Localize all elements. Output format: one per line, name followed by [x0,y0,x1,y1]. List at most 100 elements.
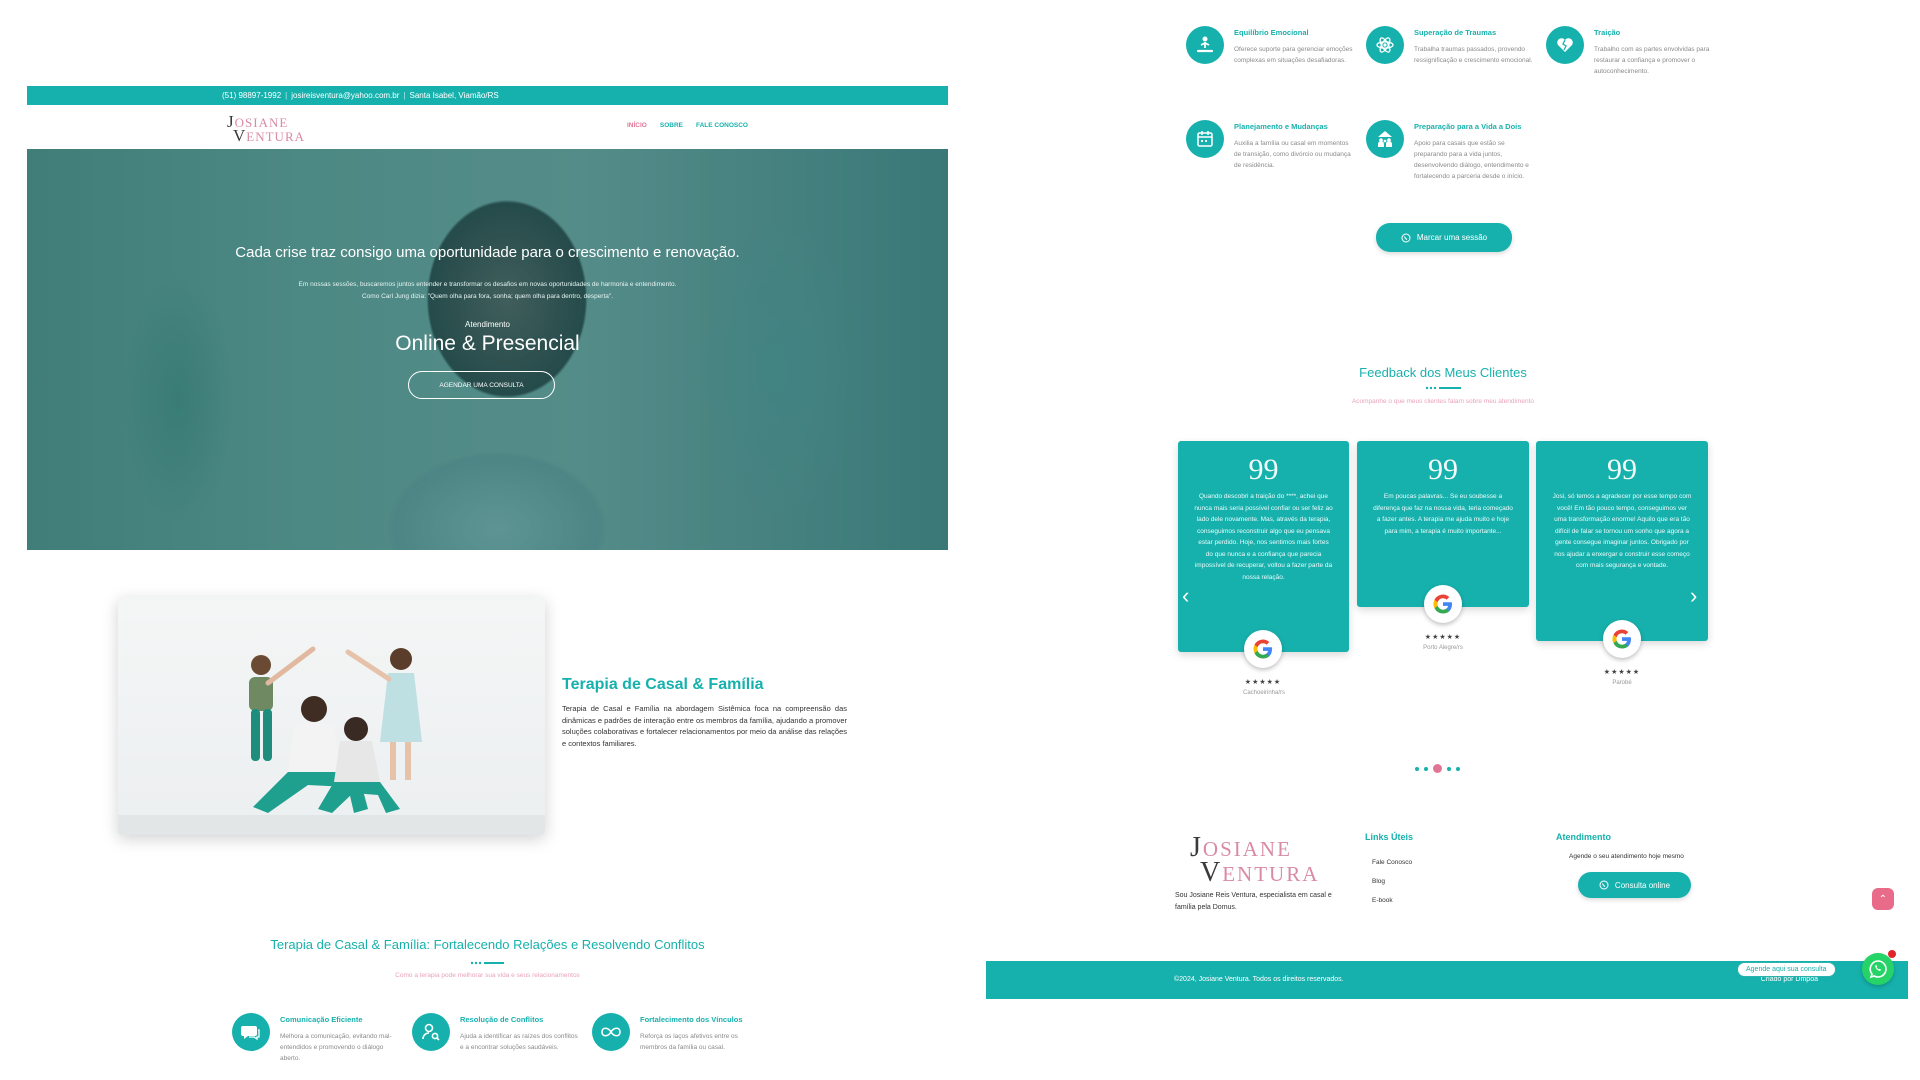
topbar-location: Santa Isabel, Viamão/RS [409,91,499,100]
benefits-section-title: Terapia de Casal & Família: Fortalecendo… [270,937,705,952]
topbar-separator: | [403,91,406,100]
feature-bonds: Fortalecimento dos Vínculos Reforça os l… [592,1013,762,1053]
feature-title: Resolução de Conflitos [460,1015,544,1024]
family-photo [118,597,545,835]
topbar-email[interactable]: josireisventura@yahoo.com.br [291,91,399,100]
nav-inicio[interactable]: INÍCIO [627,122,647,129]
client-location: Parobé [1612,680,1632,686]
feature-betrayal: Traição Trabalho com as partes envolvida… [1546,26,1716,77]
google-icon [1603,620,1641,658]
feature-trauma: Superação de Traumas Trabalha traumas pa… [1366,26,1536,66]
feature-title: Equilíbrio Emocional [1234,28,1309,37]
footer-link-blog[interactable]: Blog [1372,878,1385,885]
header-nav: JOSIANE VENTURA INÍCIO SOBRE FALE CONOSC… [27,105,948,149]
couple-therapy-text: Terapia de Casal e Família na abordagem … [562,704,847,748]
feature-conflict-resolution: Resolução de Conflitos Ajuda a identific… [412,1013,582,1053]
quote-icon: 99 [1607,453,1637,486]
testimonial-text: Quando descobri a traição do ****, achei… [1194,493,1333,581]
benefits-section-subtitle: Como a terapia pode melhorar sua vida e … [395,972,580,979]
feedback-divider [1425,386,1461,390]
carousel-dot-active[interactable] [1433,764,1442,773]
logo-initial-v: V [233,126,247,145]
footer-logo[interactable]: JOSIANE VENTURA [1190,834,1320,888]
broken-heart-icon [1546,26,1584,64]
whatsapp-floating-button[interactable] [1862,953,1894,985]
footer-link-ebook[interactable]: E-book [1372,897,1393,904]
carousel-dot[interactable] [1447,766,1451,771]
couple-therapy-title: Terapia de Casal & Família [562,676,764,693]
hero-banner: Cada crise traz consigo uma oportunidade… [27,149,948,550]
feature-desc: Apoio para casais que estão se preparand… [1414,140,1529,180]
chat-icon [232,1013,270,1051]
google-icon [1424,585,1462,623]
testimonial-card: 99 Josi, só temos a agradecer por esse t… [1536,441,1708,641]
carousel-dots [1415,764,1460,773]
feature-desc: Ajuda a identificar as raízes dos confli… [460,1033,578,1051]
feature-title: Planejamento e Mudanças [1234,122,1328,131]
client-location: Cachoeirinha/rs [1242,690,1286,696]
footer-link-fale-conosco[interactable]: Fale Conosco [1372,859,1412,866]
feature-desc: Auxilia a família ou casal em momentos d… [1234,140,1351,169]
calendar-icon [1186,120,1224,158]
nav-sobre[interactable]: SOBRE [660,122,683,129]
rating-stars: ★★★★★ [1424,634,1462,641]
testimonial-card: 99 Quando descobri a traição do ****, ac… [1178,441,1349,652]
footer-logo-line2: ENTURA [1222,862,1320,886]
carousel-prev-arrow-icon[interactable]: ‹ [1182,585,1189,607]
hero-headline: Cada crise traz consigo uma oportunidade… [235,244,740,261]
feature-desc: Melhora a comunicação, evitando mal-ente… [280,1033,392,1062]
testimonial-card: 99 Em poucas palavras... Se eu soubesse … [1357,441,1529,607]
whatsapp-cta-pill[interactable]: Agende aqui sua consulta [1737,962,1836,977]
footer-service-title: Atendimento [1556,832,1611,842]
topbar-phone[interactable]: (51) 98897-1992 [222,91,281,100]
footer-service-text: Agende o seu atendimento hoje mesmo [1569,853,1684,860]
feature-desc: Trabalho com as partes envolvidas para r… [1594,46,1710,75]
topbar-separator: | [285,91,288,100]
hero-title: Online & Presencial [395,332,580,355]
carousel-dot[interactable] [1415,766,1419,771]
scroll-to-top-icon[interactable]: ⌃ [1872,888,1894,910]
google-icon [1244,630,1282,668]
family-illustration [249,646,422,813]
book-session-button[interactable]: Marcar uma sessão [1376,223,1512,252]
main-nav: INÍCIO SOBRE FALE CONOSCO [627,122,748,129]
copyright-text: ©2024, Josiane Ventura. Todos os direito… [1174,976,1344,983]
site-logo[interactable]: JOSIANE VENTURA [227,113,305,145]
section-divider [470,961,504,965]
feature-planning: Planejamento e Mudanças Auxilia a famíli… [1186,120,1356,171]
feedback-title: Feedback dos Meus Clientes [1359,365,1527,380]
credit-link[interactable]: Criado por Dmpoa [1761,976,1818,983]
footer-links-title: Links Úteis [1365,832,1414,842]
whatsapp-icon [1599,880,1609,890]
feature-desc: Reforça os laços afetivos entre os membr… [640,1033,738,1051]
feature-title: Superação de Traumas [1414,28,1497,37]
whatsapp-icon [1401,233,1411,242]
meditation-icon [1186,26,1224,64]
whatsapp-icon [1869,960,1887,979]
book-session-label: Marcar uma sessão [1416,233,1488,242]
footer-logo-initial-v: V [1200,857,1223,888]
schedule-consultation-button[interactable]: AGENDAR UMA CONSULTA [408,371,555,399]
hero-paragraph-line1: Em nossas sessões, buscaremos juntos ent… [298,281,677,288]
person-search-icon [412,1013,450,1051]
nav-fale-conosco[interactable]: FALE CONOSCO [696,122,748,129]
feedback-subtitle: Acompanhe o que meus clientes falam sobr… [1351,398,1535,405]
feature-title: Preparação para a Vida a Dois [1414,122,1522,131]
client-location: Porto Alegre/rs [1423,645,1463,651]
infinity-icon [592,1013,630,1051]
hero-kicker: Atendimento [465,320,510,329]
feature-title: Fortalecimento dos Vínculos [640,1015,743,1024]
atom-icon [1366,26,1404,64]
feature-desc: Trabalha traumas passados, provendo ress… [1414,46,1533,64]
feature-emotional-balance: Equilíbrio Emocional Oferece suporte par… [1186,26,1356,66]
testimonial-text: Em poucas palavras... Se eu soubesse a d… [1373,493,1513,535]
quote-icon: 99 [1428,453,1458,486]
feature-life-together: Preparação para a Vida a Dois Apoio para… [1366,120,1536,182]
carousel-dot[interactable] [1424,766,1428,771]
rating-stars: ★★★★★ [1603,669,1641,676]
carousel-dot[interactable] [1456,766,1460,771]
feature-title: Comunicação Eficiente [280,1015,363,1024]
carousel-next-arrow-icon[interactable]: › [1690,585,1697,607]
online-consultation-button[interactable]: Consulta online [1578,872,1691,898]
footer-description: Sou Josiane Reis Ventura, especialista e… [1175,892,1332,911]
